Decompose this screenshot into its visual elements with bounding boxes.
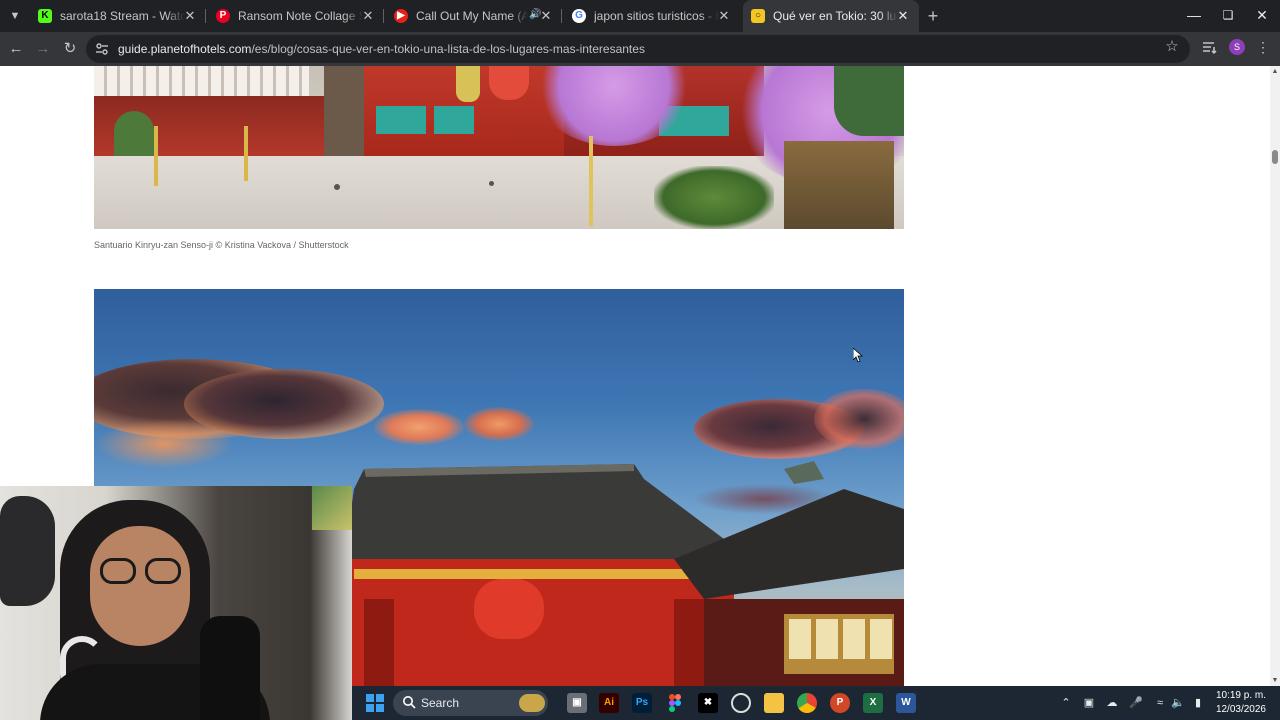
reading-list-icon[interactable]: [1201, 38, 1219, 56]
photo-caption: Santuario Kinryu-zan Senso-ji © Kristina…: [94, 240, 349, 250]
minimize-button[interactable]: —: [1177, 0, 1211, 30]
sunset-cloud: [94, 419, 234, 469]
windows-start-icon[interactable]: [366, 694, 384, 712]
powerpoint-icon[interactable]: P: [830, 693, 850, 713]
obs-icon[interactable]: [731, 693, 751, 713]
wifi-icon[interactable]: ≈: [1152, 695, 1168, 711]
volume-icon[interactable]: 🔈: [1170, 695, 1186, 711]
chair: [200, 616, 260, 720]
temple-roof-drawing: [344, 461, 904, 686]
onedrive-icon[interactable]: ☁: [1104, 695, 1120, 711]
post-yellow: [589, 136, 593, 226]
gate-lantern: [456, 66, 480, 102]
close-window-button[interactable]: ✕: [1245, 0, 1279, 30]
sunset-cloud: [374, 409, 464, 445]
post-yellow: [244, 126, 248, 181]
poster: [312, 486, 352, 530]
pigeon: [489, 181, 494, 186]
new-tab-button[interactable]: +: [922, 5, 944, 27]
tree-foliage: [834, 66, 904, 136]
browser-tab-planetofhotels[interactable]: ○ Qué ver en Tokio: 30 lugares imprescin…: [743, 0, 919, 32]
big-red-lantern: [489, 66, 529, 100]
sunset-cloud: [814, 389, 904, 449]
search-icon: [403, 696, 416, 709]
pinterest-icon: P: [216, 9, 230, 23]
gate-panel-center: [434, 106, 474, 134]
browser-tab-pinterest[interactable]: P Ransom Note Collage Stream Clip ✕: [208, 0, 384, 32]
tray-app-icon[interactable]: ▣: [1081, 695, 1097, 711]
search-label: Search: [421, 696, 460, 710]
close-tab-icon[interactable]: ✕: [716, 8, 732, 24]
browser-tab-kick[interactable]: K sarota18 Stream - Watch Live on Kick ✕: [30, 0, 206, 32]
shrubs: [654, 166, 774, 229]
url-host: guide.planetofhotels.com: [118, 42, 252, 56]
bookmark-star-icon[interactable]: ☆: [1163, 38, 1181, 56]
scroll-down-icon[interactable]: ▼: [1271, 677, 1279, 684]
chrome-icon[interactable]: [797, 693, 817, 713]
post-yellow: [154, 126, 158, 186]
mouse-cursor-icon: [853, 348, 863, 362]
wooden-fence: [784, 141, 894, 229]
webcam-overlay: [0, 486, 352, 720]
page-scrollbar[interactable]: ▲ ▼: [1270, 66, 1280, 686]
microphone-icon[interactable]: 🎤: [1128, 695, 1144, 711]
file-explorer-icon[interactable]: [764, 693, 784, 713]
browser-tab-youtube-music[interactable]: ▶ Call Out My Name (A Cappella) 🔊 ✕: [386, 0, 562, 32]
tree-shape: [114, 111, 154, 156]
url-text[interactable]: guide.planetofhotels.com/es/blog/cosas-q…: [118, 42, 645, 56]
clock-date: 12/03/2026: [1215, 704, 1266, 715]
word-icon[interactable]: W: [896, 693, 916, 713]
google-icon: G: [572, 9, 586, 23]
forward-button[interactable]: →: [32, 38, 54, 60]
address-bar[interactable]: guide.planetofhotels.com/es/blog/cosas-q…: [86, 35, 1190, 63]
illustrator-icon[interactable]: Ai: [599, 693, 619, 713]
gate-panel-left: [376, 106, 426, 134]
close-tab-icon[interactable]: ✕: [538, 8, 554, 24]
taskbar-search-box[interactable]: Search: [393, 690, 548, 716]
back-button[interactable]: ←: [5, 38, 27, 60]
planetofhotels-icon: ○: [751, 9, 765, 23]
scroll-up-icon[interactable]: ▲: [1271, 68, 1279, 75]
figma-icon[interactable]: [665, 693, 685, 713]
guitar-case: [0, 496, 55, 606]
windows-taskbar: Search ▣ Ai Ps ✖ P X W ⌃ ▣ ☁ 🎤 ≈ 🔈 ▮ 10:…: [352, 686, 1280, 720]
capcut-icon[interactable]: ✖: [698, 693, 718, 713]
tab-separator: [205, 9, 206, 23]
tab-separator: [561, 9, 562, 23]
show-hidden-icons[interactable]: ⌃: [1058, 695, 1074, 711]
site-info-icon[interactable]: [94, 41, 110, 57]
chrome-menu-icon[interactable]: ⋮: [1256, 38, 1270, 56]
system-clock[interactable]: 10:19 p. m. 12/03/2026: [1216, 689, 1266, 717]
photoshop-icon[interactable]: Ps: [632, 693, 652, 713]
search-highlight-icon: [519, 694, 545, 712]
task-view-icon[interactable]: ▣: [567, 693, 587, 713]
browser-tab-google[interactable]: G japon sitios turisticos - Buscar con G…: [564, 0, 740, 32]
sunset-cloud: [464, 407, 534, 441]
excel-icon[interactable]: X: [863, 693, 883, 713]
profile-avatar[interactable]: S: [1229, 39, 1245, 55]
youtube-music-icon: ▶: [394, 9, 408, 23]
glasses-right: [145, 558, 181, 584]
kick-icon: K: [38, 9, 52, 23]
reload-button[interactable]: ↻: [59, 38, 81, 60]
glasses-left: [100, 558, 136, 584]
url-path: /es/blog/cosas-que-ver-en-tokio-una-list…: [251, 42, 645, 56]
tab-search-button[interactable]: ▼: [6, 7, 24, 25]
tab-separator: [383, 9, 384, 23]
clock-time: 10:19 p. m.: [1215, 690, 1266, 701]
restore-button[interactable]: ❏: [1211, 0, 1245, 30]
close-tab-icon[interactable]: ✕: [182, 8, 198, 24]
close-tab-icon[interactable]: ✕: [360, 8, 376, 24]
close-tab-icon[interactable]: ✕: [895, 8, 911, 24]
person-face: [90, 526, 190, 646]
battery-icon[interactable]: ▮: [1190, 695, 1206, 711]
article-photo-sensoji-gate: [94, 66, 904, 229]
browser-toolbar: ← → ↻ guide.planetofhotels.com/es/blog/c…: [0, 32, 1280, 66]
tab-strip: ▼ K sarota18 Stream - Watch Live on Kick…: [0, 0, 1280, 32]
scrollbar-thumb[interactable]: [1272, 150, 1278, 164]
pigeon: [334, 184, 340, 190]
